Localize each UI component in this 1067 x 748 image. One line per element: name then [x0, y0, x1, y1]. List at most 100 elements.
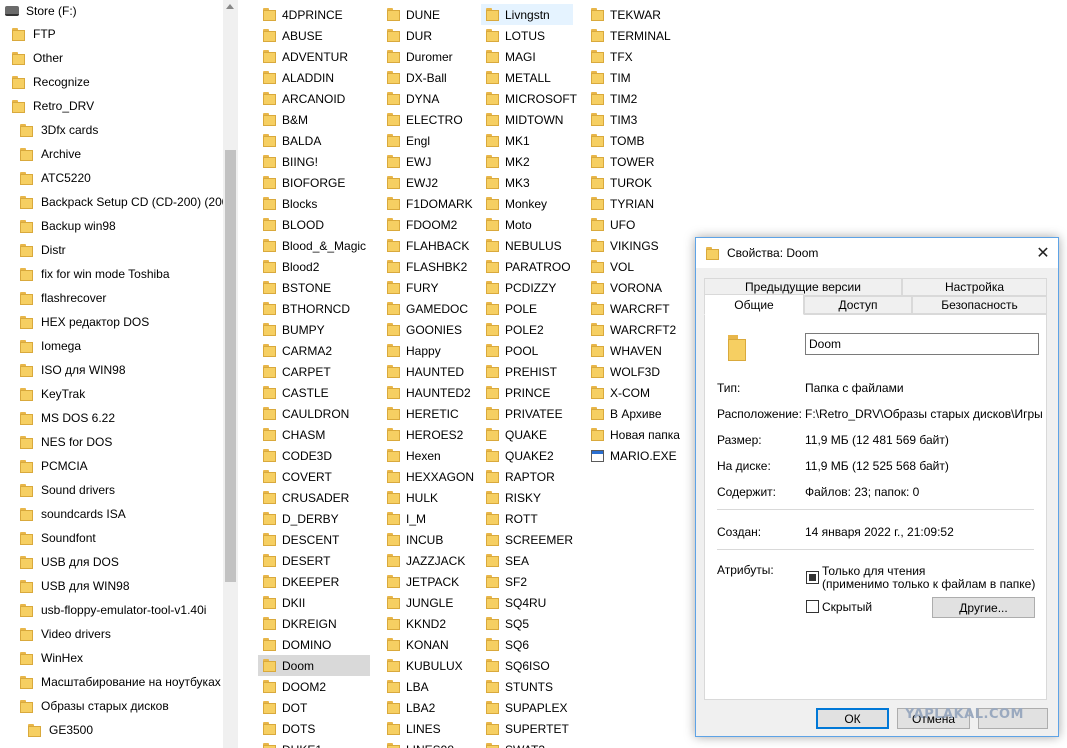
file-item[interactable]: EWJ2	[382, 172, 478, 193]
tree-item[interactable]: PCMCIA	[20, 454, 88, 478]
tree-item-drive[interactable]: Store (F:)	[5, 0, 77, 22]
file-item[interactable]: DESERT	[258, 550, 370, 571]
file-item[interactable]: ROTT	[481, 508, 573, 529]
file-item[interactable]: EWJ	[382, 151, 478, 172]
tree-item[interactable]: Backup win98	[20, 214, 116, 238]
tree-item[interactable]: GE3500	[28, 718, 93, 742]
file-item[interactable]: DESCENT	[258, 529, 370, 550]
tree-item[interactable]: KeyTrak	[20, 382, 85, 406]
file-item[interactable]: KUBULUX	[382, 655, 478, 676]
dialog-title-bar[interactable]: Свойства: Doom ✕	[696, 238, 1058, 268]
tree-item[interactable]: Sound drivers	[20, 478, 115, 502]
tree-item[interactable]: flashrecover	[20, 286, 106, 310]
tab-general[interactable]: Общие	[704, 294, 804, 315]
file-item[interactable]: JUNGLE	[382, 592, 478, 613]
file-item[interactable]: FLAHBACK	[382, 235, 478, 256]
file-item[interactable]: I_M	[382, 508, 478, 529]
file-item[interactable]: TYRIAN	[586, 193, 686, 214]
file-item[interactable]: D_DERBY	[258, 508, 370, 529]
file-item[interactable]: LOTUS	[481, 25, 573, 46]
file-item[interactable]: DKREIGN	[258, 613, 370, 634]
file-item[interactable]: JETPACK	[382, 571, 478, 592]
file-item[interactable]: MK3	[481, 172, 573, 193]
tab-security[interactable]: Безопасность	[912, 296, 1047, 314]
file-item[interactable]: MICROSOFT	[481, 88, 577, 109]
file-item[interactable]: TERMINAL	[586, 25, 686, 46]
file-item[interactable]: CASTLE	[258, 382, 370, 403]
file-item[interactable]: CARPET	[258, 361, 370, 382]
tree-item[interactable]: Other	[12, 46, 63, 70]
file-item[interactable]: Blocks	[258, 193, 370, 214]
file-item[interactable]: ALADDIN	[258, 67, 370, 88]
file-item[interactable]: HULK	[382, 487, 478, 508]
file-item[interactable]: SQ4RU	[481, 592, 573, 613]
tree-item[interactable]: Archive	[20, 142, 81, 166]
file-item[interactable]: SQ6	[481, 634, 573, 655]
file-item[interactable]: UFO	[586, 214, 686, 235]
tree-item[interactable]: USB для WIN98	[20, 574, 130, 598]
file-item[interactable]: Happy	[382, 340, 478, 361]
file-item[interactable]: BUMPY	[258, 319, 370, 340]
tree-item[interactable]: Distr	[20, 238, 66, 262]
file-item[interactable]: SCREEMER	[481, 529, 573, 550]
file-item[interactable]: ELECTRO	[382, 109, 478, 130]
tree-item[interactable]: ATC5220	[20, 166, 91, 190]
file-item[interactable]: TOMB	[586, 130, 686, 151]
file-item[interactable]: ARCANOID	[258, 88, 370, 109]
file-item[interactable]: SEA	[481, 550, 573, 571]
file-item[interactable]: BALDA	[258, 130, 370, 151]
file-item[interactable]: TOWER	[586, 151, 686, 172]
file-item[interactable]: NEBULUS	[481, 235, 573, 256]
file-item[interactable]: SF2	[481, 571, 573, 592]
file-item[interactable]: RISKY	[481, 487, 573, 508]
file-item[interactable]: X-COM	[586, 382, 686, 403]
file-item[interactable]: WARCRFT2	[586, 319, 686, 340]
tree-item[interactable]: Backpack Setup CD (CD-200) (2002	[20, 190, 235, 214]
file-item[interactable]: MK1	[481, 130, 573, 151]
file-item[interactable]: Livngstn	[481, 4, 573, 25]
file-item[interactable]: POLE2	[481, 319, 573, 340]
file-item[interactable]: LBA2	[382, 697, 478, 718]
file-item[interactable]: HEXXAGON	[382, 466, 478, 487]
file-item[interactable]: DYNA	[382, 88, 478, 109]
folder-name-input[interactable]	[805, 333, 1039, 355]
file-item[interactable]: DKII	[258, 592, 370, 613]
file-item[interactable]: QUAKE2	[481, 445, 573, 466]
file-item[interactable]: DUKE1	[258, 739, 370, 748]
file-item[interactable]: HEROES2	[382, 424, 478, 445]
file-item[interactable]: SQ5	[481, 613, 573, 634]
file-item[interactable]: TEKWAR	[586, 4, 686, 25]
file-item[interactable]: WHAVEN	[586, 340, 686, 361]
file-item[interactable]: SQ6ISO	[481, 655, 573, 676]
tree-scrollbar-thumb[interactable]	[225, 150, 236, 582]
file-item[interactable]: PARATROO	[481, 256, 573, 277]
tree-item[interactable]: usb-floppy-emulator-tool-v1.40i	[20, 598, 206, 622]
file-item[interactable]: GOONIES	[382, 319, 478, 340]
close-button[interactable]: ✕	[1028, 238, 1058, 268]
file-item[interactable]: RAPTOR	[481, 466, 573, 487]
file-item[interactable]: FURY	[382, 277, 478, 298]
file-item[interactable]: DOT	[258, 697, 370, 718]
file-item[interactable]: F1DOMARK	[382, 193, 478, 214]
file-item[interactable]: VOL	[586, 256, 686, 277]
file-item[interactable]: FLASHBK2	[382, 256, 478, 277]
file-item[interactable]: PRINCE	[481, 382, 573, 403]
file-item[interactable]: Blood_&_Magic	[258, 235, 370, 256]
file-item[interactable]: JAZZJACK	[382, 550, 478, 571]
file-item[interactable]: POOL	[481, 340, 573, 361]
file-item[interactable]: BTHORNCD	[258, 298, 370, 319]
file-item[interactable]: KKND2	[382, 613, 478, 634]
tree-item[interactable]: MS DOS 6.22	[20, 406, 115, 430]
file-item[interactable]: COVERT	[258, 466, 370, 487]
tree-item[interactable]: ISO для WIN98	[20, 358, 126, 382]
tree-item[interactable]: USB для DOS	[20, 550, 119, 574]
file-item[interactable]: Blood2	[258, 256, 370, 277]
file-item[interactable]: B&M	[258, 109, 370, 130]
scroll-up-arrow-icon[interactable]	[226, 4, 234, 9]
file-item[interactable]: METALL	[481, 67, 573, 88]
file-item[interactable]: CHASM	[258, 424, 370, 445]
file-item[interactable]: TIM	[586, 67, 686, 88]
file-item[interactable]: SUPERTET	[481, 718, 573, 739]
file-item[interactable]: MAGI	[481, 46, 573, 67]
tree-item[interactable]: Recognize	[12, 70, 90, 94]
